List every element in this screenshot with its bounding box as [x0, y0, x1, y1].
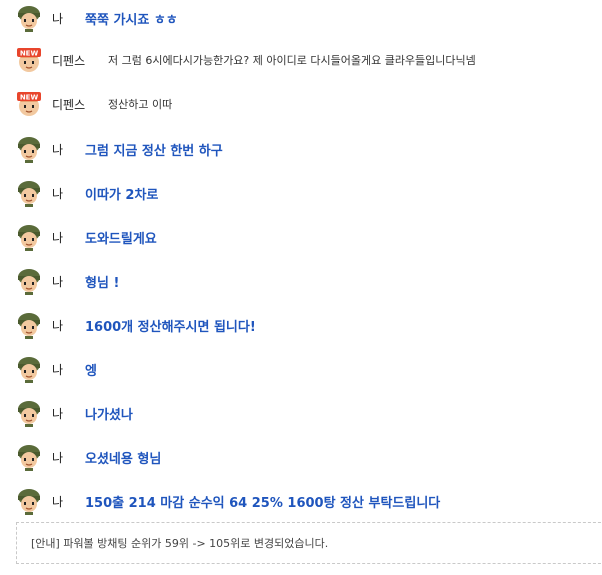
new-user-avatar-icon: NEW [17, 48, 41, 72]
soldier-avatar-icon [18, 181, 40, 207]
chat-message: 나 형님 ! [0, 267, 602, 295]
chat-message: 나 이따가 2차로 [0, 179, 602, 207]
sender-name: 나 [52, 142, 64, 157]
new-user-avatar-icon: NEW [17, 92, 41, 116]
soldier-avatar-icon [18, 489, 40, 515]
message-text: 엥 [85, 363, 97, 379]
message-text: 나가셨나 [85, 407, 133, 423]
chat-message: NEW 디펜스 저 그럼 6시에다시가능한가요? 제 아이디로 다시들어올게요 … [0, 46, 602, 74]
message-text: 이따가 2차로 [85, 187, 159, 203]
soldier-avatar-icon [18, 6, 40, 32]
message-text: 그럼 지금 정산 한번 하구 [85, 143, 223, 159]
sender-name: 디펜스 [52, 97, 86, 112]
chat-message: 나 나가셨나 [0, 399, 602, 427]
message-text: 쭉쭉 가시죠 ㅎㅎ [85, 12, 178, 28]
soldier-avatar-icon [18, 225, 40, 251]
sender-name: 나 [52, 362, 64, 377]
chat-message: 나 도와드릴게요 [0, 223, 602, 251]
message-text: 형님 ! [85, 275, 120, 291]
message-text: 150출 214 마감 순수익 64 25% 1600탕 정산 부탁드립니다 [85, 495, 441, 511]
new-badge: NEW [20, 50, 39, 58]
sender-name: 나 [52, 11, 64, 26]
sender-name: 나 [52, 274, 64, 289]
soldier-avatar-icon [18, 137, 40, 163]
message-text: 오셨네용 형님 [85, 451, 162, 467]
sender-name: 나 [52, 318, 64, 333]
system-notice: [안내] 파워볼 방채팅 순위가 59위 -> 105위로 변경되었습니다. [16, 522, 602, 564]
soldier-avatar-icon [18, 313, 40, 339]
message-text: 도와드릴게요 [85, 231, 157, 247]
sender-name: 나 [52, 230, 64, 245]
new-badge: NEW [20, 94, 39, 102]
chat-message: 나 쭉쭉 가시죠 ㅎㅎ [0, 4, 602, 32]
message-text: 1600개 정산해주시면 됩니다! [85, 319, 256, 335]
message-text: 저 그럼 6시에다시가능한가요? 제 아이디로 다시들어올게요 클라우들입니다닉… [108, 54, 476, 67]
soldier-avatar-icon [18, 445, 40, 471]
chat-message: 나 1600개 정산해주시면 됩니다! [0, 311, 602, 339]
soldier-avatar-icon [18, 269, 40, 295]
sender-name: 나 [52, 186, 64, 201]
chat-message: NEW 디펜스 정산하고 이따 [0, 90, 602, 118]
chat-message: 나 오셨네용 형님 [0, 443, 602, 471]
sender-name: 나 [52, 406, 64, 421]
message-text: 정산하고 이따 [108, 98, 173, 111]
sender-name: 나 [52, 494, 64, 509]
sender-name: 디펜스 [52, 53, 86, 68]
chat-message: 나 그럼 지금 정산 한번 하구 [0, 135, 602, 163]
chat-log: 나 쭉쭉 가시죠 ㅎㅎ NEW 디펜스 저 그럼 6시에다시가능한가요? 제 아… [0, 0, 602, 575]
soldier-avatar-icon [18, 357, 40, 383]
chat-message: 나 150출 214 마감 순수익 64 25% 1600탕 정산 부탁드립니다 [0, 487, 602, 515]
chat-message: 나 엥 [0, 355, 602, 383]
sender-name: 나 [52, 450, 64, 465]
soldier-avatar-icon [18, 401, 40, 427]
